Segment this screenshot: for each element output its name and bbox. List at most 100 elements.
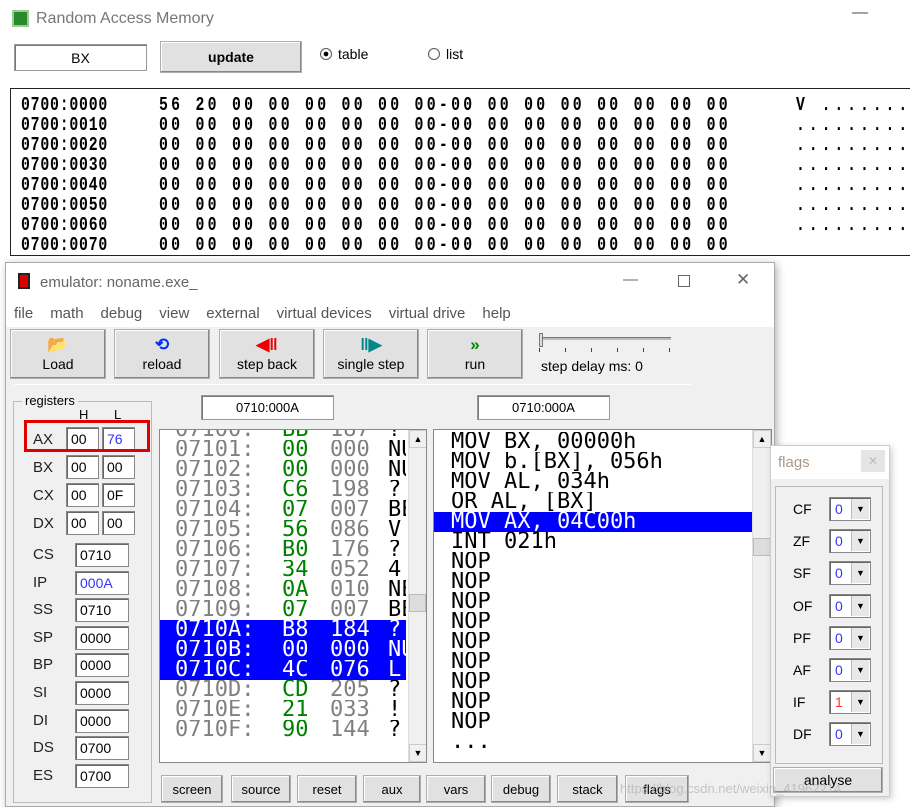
minimize-button[interactable]: —: [852, 4, 868, 22]
radio-table[interactable]: table: [320, 46, 368, 62]
disasm-line[interactable]: MOV b.[BX], 056h: [434, 452, 752, 472]
memory-list-row[interactable]: 0710A: B8 184?: [160, 620, 406, 640]
cf-flag-select[interactable]: 0 ▼: [829, 497, 871, 521]
dx-low-field[interactable]: 00: [102, 511, 135, 535]
memory-list-row[interactable]: 07108: 0A 010 NE: [160, 580, 406, 600]
menu-debug[interactable]: debug: [101, 301, 152, 327]
of-flag-select[interactable]: 0 ▼: [829, 593, 871, 618]
memory-list-row[interactable]: 07100: BB 187?: [160, 430, 406, 440]
bx-low-field[interactable]: 00: [102, 455, 135, 479]
disasm-line[interactable]: MOV BX, 00000h: [434, 432, 752, 452]
menu-help[interactable]: help: [482, 301, 519, 327]
disasm-line[interactable]: NOP: [434, 692, 752, 712]
chevron-down-icon[interactable]: ▼: [851, 531, 869, 552]
chevron-down-icon[interactable]: ▼: [851, 627, 869, 648]
disasm-line[interactable]: INT 021h: [434, 532, 752, 552]
pf-flag-select[interactable]: 0 ▼: [829, 625, 871, 650]
scroll-down-button[interactable]: ▼: [753, 744, 771, 762]
scroll-down-button[interactable]: ▼: [409, 744, 426, 762]
scroll-thumb[interactable]: [753, 538, 771, 556]
disasm-line[interactable]: NOP: [434, 612, 752, 632]
menu-virtual-drive[interactable]: virtual drive: [389, 301, 475, 327]
memory-scrollbar[interactable]: ▲ ▼: [408, 430, 426, 762]
menu-math[interactable]: math: [50, 301, 92, 327]
run-button[interactable]: » run: [427, 329, 523, 379]
disasm-line[interactable]: ...: [434, 732, 752, 752]
memory-list-row[interactable]: 0710B:00000NU: [160, 640, 406, 660]
cx-low-field[interactable]: 0F: [102, 483, 135, 507]
ip-field[interactable]: 000A: [75, 570, 129, 595]
chevron-down-icon[interactable]: ▼: [851, 660, 869, 680]
si-field[interactable]: 0000: [75, 681, 129, 705]
chevron-down-icon[interactable]: ▼: [851, 499, 869, 519]
disasm-scrollbar[interactable]: ▲ ▼: [752, 430, 771, 762]
single-step-button[interactable]: ‖▶ single step: [323, 329, 419, 379]
zf-flag-select[interactable]: 0 ▼: [829, 529, 871, 554]
maximize-button[interactable]: [678, 275, 690, 287]
memory-address-input[interactable]: 0710:000A: [201, 395, 334, 420]
chevron-down-icon[interactable]: ▼: [851, 692, 869, 713]
reset-button[interactable]: reset: [297, 775, 357, 803]
bx-high-field[interactable]: 00: [66, 455, 99, 479]
menu-virtual-devices[interactable]: virtual devices: [277, 301, 381, 327]
memory-list-row[interactable]: 07109: 07 007 BE: [160, 600, 406, 620]
Load-button[interactable]: 📂 Load: [10, 329, 106, 379]
menu-view[interactable]: view: [159, 301, 198, 327]
memory-list-row[interactable]: 07105: 56 086 V: [160, 520, 406, 540]
disasm-address-input[interactable]: 0710:000A: [477, 395, 610, 420]
sp-field[interactable]: 0000: [75, 625, 129, 650]
disasm-line[interactable]: OR AL, [BX]: [434, 492, 752, 512]
screen-button[interactable]: screen: [161, 775, 223, 803]
step-delay-slider[interactable]: [539, 333, 673, 353]
debug-button[interactable]: debug: [491, 775, 551, 803]
ds-field[interactable]: 0700: [75, 736, 129, 761]
memory-list-row[interactable]: 0710D: CD 205?: [160, 680, 406, 700]
ss-field[interactable]: 0710: [75, 598, 129, 623]
close-button[interactable]: ✕: [736, 270, 750, 290]
memory-list-row[interactable]: 07101:00000NU: [160, 440, 406, 460]
disasm-line[interactable]: NOP: [434, 672, 752, 692]
chevron-down-icon[interactable]: ▼: [851, 563, 869, 584]
cx-high-field[interactable]: 00: [66, 483, 99, 507]
stack-button[interactable]: stack: [557, 775, 618, 803]
memory-list-row[interactable]: 0710E: 21 033!: [160, 700, 406, 720]
scroll-up-button[interactable]: ▲: [753, 430, 771, 448]
bp-field[interactable]: 0000: [75, 653, 129, 678]
vars-button[interactable]: vars: [426, 775, 486, 803]
disasm-line[interactable]: MOV AL, 034h: [434, 472, 752, 492]
sf-flag-select[interactable]: 0 ▼: [829, 561, 871, 586]
if-flag-select[interactable]: 1 ▼: [829, 690, 871, 715]
reload-button[interactable]: ⟲ reload: [114, 329, 210, 379]
memory-list-row[interactable]: 0710C: 4C 076 L: [160, 660, 406, 680]
chevron-down-icon[interactable]: ▼: [851, 724, 869, 745]
scroll-thumb[interactable]: [409, 594, 426, 612]
aux-button[interactable]: aux: [363, 775, 421, 803]
chevron-down-icon[interactable]: ▼: [851, 595, 869, 616]
source-button[interactable]: source: [231, 775, 291, 803]
di-field[interactable]: 0000: [75, 708, 129, 733]
minimize-button[interactable]: —: [623, 271, 638, 288]
dx-high-field[interactable]: 00: [66, 511, 99, 535]
memory-list-row[interactable]: 07103: C6 198?: [160, 480, 406, 500]
memory-list-row[interactable]: 07107: 34 052 4: [160, 560, 406, 580]
disassembly-list[interactable]: MOV BX, 00000h MOV b.[BX], 056h MOV AL, 03…: [433, 429, 772, 763]
address-input[interactable]: BX: [14, 44, 147, 71]
memory-list-row[interactable]: 07102:00000NU: [160, 460, 406, 480]
memory-list-row[interactable]: 0710F: 90 144?: [160, 720, 406, 740]
cs-field[interactable]: 0710: [75, 543, 129, 567]
menu-file[interactable]: file: [14, 301, 42, 327]
scroll-up-button[interactable]: ▲: [409, 430, 426, 448]
disasm-line[interactable]: NOP: [434, 572, 752, 592]
memory-list-row[interactable]: 07106: B0 176?: [160, 540, 406, 560]
menu-external[interactable]: external: [206, 301, 268, 327]
disasm-line[interactable]: NOP: [434, 652, 752, 672]
disasm-line[interactable]: NOP: [434, 552, 752, 572]
es-field[interactable]: 0700: [75, 763, 129, 788]
memory-list-row[interactable]: 07104: 07 007 BE: [160, 500, 406, 520]
disasm-line[interactable]: MOV AX, 04C00h: [434, 512, 752, 532]
memory-list[interactable]: 07100:BB187?07101:00000NU07102:00000NU07…: [159, 429, 427, 763]
af-flag-select[interactable]: 0 ▼: [829, 658, 871, 682]
update-button[interactable]: update: [160, 41, 302, 73]
disasm-line[interactable]: NOP: [434, 592, 752, 612]
disasm-line[interactable]: NOP: [434, 632, 752, 652]
